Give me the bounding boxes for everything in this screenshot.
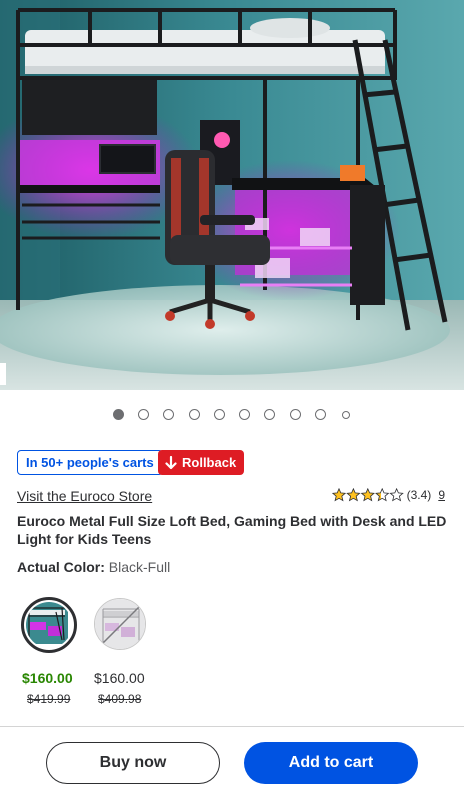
buy-now-button[interactable]: Buy now <box>46 742 220 784</box>
variant-thumbnail-2 <box>95 599 145 649</box>
variant-thumbnail-1 <box>26 602 68 644</box>
variant-swatch-selected[interactable] <box>21 597 77 653</box>
carousel-dot-10[interactable] <box>342 411 350 419</box>
carousel-dot-1[interactable] <box>113 409 124 420</box>
product-title: Euroco Metal Full Size Loft Bed, Gaming … <box>17 513 447 547</box>
visit-store-link[interactable]: Visit the Euroco Store <box>17 488 152 504</box>
add-to-cart-button[interactable]: Add to cart <box>244 742 418 784</box>
carousel-dot-8[interactable] <box>290 409 301 420</box>
carousel-dot-5[interactable] <box>214 409 225 420</box>
variant-1-was-price: $419.99 <box>27 692 71 706</box>
variant-2-was-price: $409.98 <box>98 692 142 706</box>
carousel-dot-7[interactable] <box>264 409 275 420</box>
color-value: Black-Full <box>108 559 171 575</box>
variant-2-price: $160.00 <box>94 670 145 686</box>
variant-swatch-unavailable[interactable] <box>94 598 146 650</box>
carousel-dot-4[interactable] <box>189 409 200 420</box>
popularity-badge-text: In 50+ people's carts <box>26 455 154 470</box>
color-selector-label: Actual Color: Black-Full <box>17 559 170 575</box>
star-rating <box>331 488 404 502</box>
footer-divider <box>0 726 464 727</box>
review-count-link[interactable]: 9 <box>438 488 445 502</box>
rollback-badge-text: Rollback <box>182 455 237 470</box>
carousel-dot-6[interactable] <box>239 409 250 420</box>
arrow-down-icon <box>165 455 177 469</box>
variant-1-price: $160.00 <box>22 670 73 686</box>
rating-score: (3.4) <box>406 488 432 502</box>
product-image[interactable] <box>0 0 464 390</box>
rollback-badge: Rollback <box>158 450 245 475</box>
carousel-pagination <box>0 408 464 422</box>
carousel-dot-3[interactable] <box>163 409 174 420</box>
popularity-badge: In 50+ people's carts <box>17 450 163 475</box>
rating-summary[interactable]: (3.4) 9 <box>331 488 445 502</box>
carousel-dot-9[interactable] <box>315 409 326 420</box>
carousel-dot-2[interactable] <box>138 409 149 420</box>
stars-icon <box>331 488 403 502</box>
loft-bed-photo <box>0 0 464 390</box>
color-label: Actual Color: <box>17 559 105 575</box>
